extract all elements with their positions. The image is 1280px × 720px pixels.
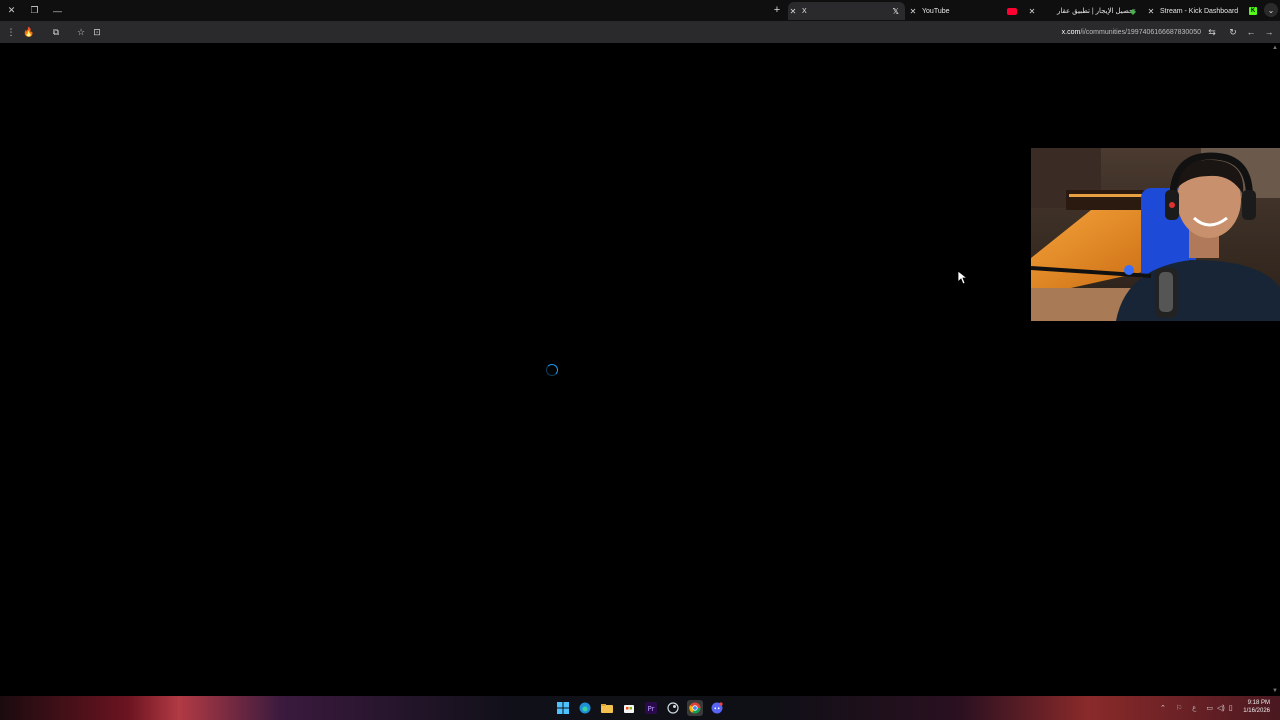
discord-icon[interactable] xyxy=(709,700,725,716)
svg-text:Pr: Pr xyxy=(648,705,655,713)
extension-flame-icon[interactable]: 🔥 xyxy=(22,25,36,39)
extensions-puzzle-icon[interactable]: ⧉ xyxy=(49,25,63,39)
system-tray: ⌃ ⚐ ع ▭ ◁) ▯ xyxy=(1160,700,1233,716)
tab-title: تحصيل الإيجار | تطبيق عقار xyxy=(1057,8,1136,15)
youtube-icon xyxy=(1007,7,1017,15)
screen: ✕ ❐ — + ✕ X 𝕏 ✕ YouTube ✕ تحصيل الإيجار … xyxy=(0,0,1280,720)
close-tab-icon[interactable]: ✕ xyxy=(1146,7,1156,16)
language-indicator-icon[interactable]: ع xyxy=(1192,704,1196,712)
menu-dots-icon[interactable]: ⋮ xyxy=(4,25,18,39)
close-tab-icon[interactable]: ✕ xyxy=(788,7,798,16)
chrome-icon[interactable] xyxy=(687,700,703,716)
back-arrow-icon[interactable]: ← xyxy=(1244,25,1258,39)
aqar-icon: ◆ xyxy=(1129,6,1136,16)
tab-title: X xyxy=(802,7,807,15)
windows-start-icon[interactable] xyxy=(555,700,571,716)
volume-icon[interactable]: ◁) xyxy=(1217,704,1225,712)
tab-title: YouTube xyxy=(922,7,950,15)
tab-strip: ✕ ❐ — + ✕ X 𝕏 ✕ YouTube ✕ تحصيل الإيجار … xyxy=(0,0,1280,21)
reload-icon[interactable]: ↻ xyxy=(1226,25,1240,39)
tab-title: Stream - Kick Dashboard xyxy=(1160,7,1239,15)
kick-icon: K xyxy=(1249,7,1257,15)
edge-icon[interactable] xyxy=(577,700,593,716)
url-host: x.com xyxy=(1061,28,1081,36)
address-bar[interactable]: x.com/i/communities/1997406166687830050 xyxy=(1062,25,1201,39)
mouse-cursor-icon xyxy=(958,271,968,285)
clock-time: 9:18 PM xyxy=(1247,700,1270,706)
restore-window-icon[interactable]: ❐ xyxy=(23,0,46,21)
bookmark-star-icon[interactable]: ☆ xyxy=(74,25,88,39)
webcam-overlay xyxy=(1031,148,1280,321)
url-path: /i/communities/1997406166687830050 xyxy=(1080,28,1201,36)
show-hidden-icons-chevron-icon[interactable]: ⌃ xyxy=(1160,704,1166,712)
forward-arrow-icon[interactable]: → xyxy=(1262,25,1276,39)
premiere-icon[interactable]: Pr xyxy=(643,700,659,716)
tray-app-icon[interactable]: ⚐ xyxy=(1176,704,1182,712)
windows-taskbar: Pr ⌃ ⚐ ع ▭ ◁) ▯ 9:18 PM 1/16/2026 xyxy=(0,696,1280,720)
minimize-window-icon[interactable]: — xyxy=(46,0,69,21)
tab-search-chevron-icon[interactable]: ⌄ xyxy=(1264,3,1278,17)
steam-icon[interactable] xyxy=(665,700,681,716)
close-window-icon[interactable]: ✕ xyxy=(0,0,23,21)
store-icon[interactable] xyxy=(621,700,637,716)
tab-x[interactable]: ✕ X 𝕏 xyxy=(788,2,905,20)
x-icon: 𝕏 xyxy=(892,6,899,16)
tab-kick[interactable]: ✕ Stream - Kick Dashboard K xyxy=(1146,2,1261,20)
close-tab-icon[interactable]: ✕ xyxy=(908,7,918,16)
loading-spinner-icon xyxy=(546,364,558,376)
tab-youtube[interactable]: ✕ YouTube xyxy=(908,2,1023,20)
clock-date: 1/16/2026 xyxy=(1243,708,1270,714)
network-icon[interactable]: ▭ xyxy=(1206,704,1213,712)
browser-toolbar: ⋮ 🔥 ⧉ ☆ ⊡ x.com/i/communities/1997406166… xyxy=(0,21,1280,43)
scroll-down-arrow-icon[interactable]: ▼ xyxy=(1272,688,1278,694)
file-explorer-icon[interactable] xyxy=(599,700,615,716)
cast-icon[interactable]: ⊡ xyxy=(90,25,104,39)
window-controls: ✕ ❐ — xyxy=(0,0,69,21)
webcam-feed-icon xyxy=(1031,148,1280,321)
new-tab-button[interactable]: + xyxy=(770,3,784,17)
taskbar-clock[interactable]: 9:18 PM 1/16/2026 xyxy=(1243,699,1270,715)
scroll-up-arrow-icon[interactable]: ▲ xyxy=(1272,45,1278,51)
site-settings-icon[interactable]: ⇆ xyxy=(1205,25,1219,39)
tab-aqar[interactable]: ✕ تحصيل الإيجار | تطبيق عقار ◆ xyxy=(1027,2,1142,20)
close-tab-icon[interactable]: ✕ xyxy=(1027,7,1037,16)
page-content xyxy=(0,43,1280,696)
battery-icon[interactable]: ▯ xyxy=(1229,704,1233,712)
